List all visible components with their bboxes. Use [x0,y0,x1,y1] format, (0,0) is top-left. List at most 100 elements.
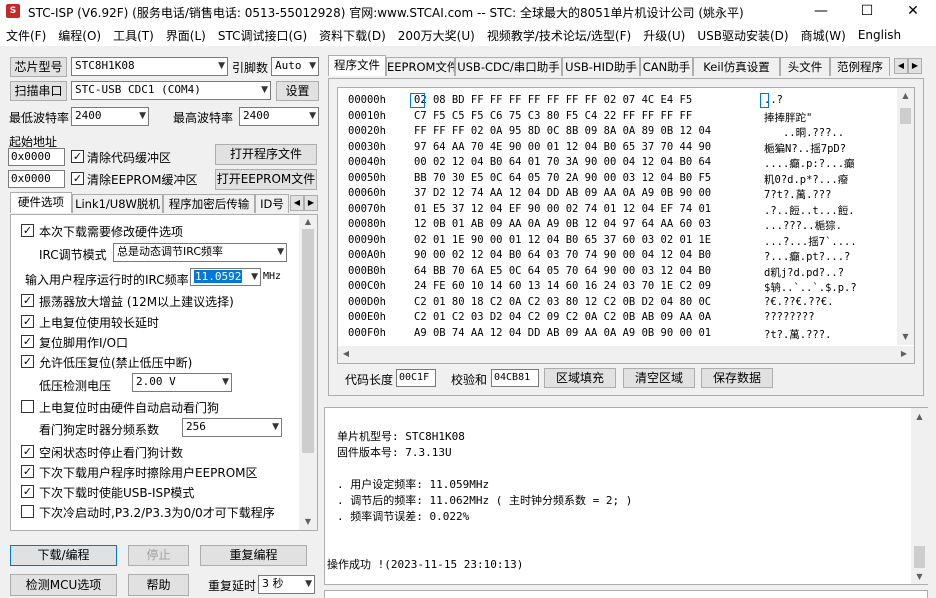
repeat-program-button[interactable]: 重复编程 [200,545,307,566]
wdt-divider-select[interactable]: 256 ▼ [182,418,282,437]
scroll-down-icon[interactable]: ▼ [911,572,928,581]
tab-scroll-left-button[interactable]: ◀ [290,195,304,211]
tab-id-number[interactable]: ID号 [255,194,289,213]
menu-debug-interface[interactable]: STC调试接口(G) [212,27,313,44]
hex-vertical-scrollbar[interactable]: ▲ ▼ [897,88,914,345]
hex-bytes[interactable]: 90 00 02 12 04 B0 64 03 70 74 90 00 04 1… [414,249,711,261]
hex-bytes[interactable]: 24 FE 60 10 14 60 13 14 60 16 24 03 70 1… [414,280,711,292]
menu-program[interactable]: 编程(O) [52,27,107,44]
detect-mcu-options-button[interactable]: 检测MCU选项 [10,574,117,596]
scroll-left-icon[interactable]: ◀ [340,349,352,358]
menu-file[interactable]: 文件(F) [0,27,52,44]
tab-header-file[interactable]: 头文件 [780,57,830,76]
erase-eeprom-checkbox[interactable]: ✓ [21,465,34,478]
scroll-up-icon[interactable]: ▲ [911,412,928,421]
hex-bytes[interactable]: 01 E5 37 12 04 EF 90 00 02 74 01 12 04 E… [414,203,711,215]
menu-tools[interactable]: 工具(T) [107,27,160,44]
menu-upgrade[interactable]: 升级(U) [637,27,691,44]
wdt-auto-start-checkbox[interactable] [21,400,34,413]
right-tab-scroll-right-button[interactable]: ▶ [908,58,922,74]
download-program-button[interactable]: 下载/编程 [10,545,117,566]
idle-wdt-stop-checkbox[interactable]: ✓ [21,445,34,458]
scroll-down-icon[interactable]: ▼ [897,332,914,341]
low-voltage-select[interactable]: 2.00 V ▼ [132,373,232,392]
cold-boot-checkbox[interactable] [21,505,34,518]
hex-bytes[interactable]: BB 70 30 E5 0C 64 05 70 2A 90 00 03 12 0… [414,172,711,184]
stop-button[interactable]: 停止 [128,545,189,566]
menu-downloads[interactable]: 资料下载(D) [313,27,392,44]
irc-frequency-input[interactable]: 11.0592 ▼ [190,268,261,286]
chip-model-button[interactable]: 芯片型号 [10,57,67,77]
tab-scroll-right-button[interactable]: ▶ [304,195,318,211]
osc-gain-checkbox[interactable]: ✓ [21,294,34,307]
hex-editor[interactable]: 00000h 02 08 BD FF FF FF FF FF FF FF 02 0… [337,87,915,364]
min-baud-select[interactable]: 2400 ▼ [71,107,149,126]
repeat-delay-select[interactable]: 3 秒 ▼ [258,575,315,594]
right-tab-scroll-left-button[interactable]: ◀ [894,58,908,74]
output-log[interactable]: 单片机型号: STC8H1K08 固件版本号: 7.3.13U . 用户设定频率: … [324,407,928,585]
settings-button[interactable]: 设置 [276,81,319,101]
fill-area-button[interactable]: 区域填充 [544,368,616,388]
hex-bytes[interactable]: 00 02 12 04 B0 64 01 70 3A 90 00 04 12 0… [414,156,711,168]
options-scroll-thumb[interactable] [302,229,314,453]
low-voltage-reset-checkbox[interactable]: ✓ [21,355,34,368]
menu-video-forum[interactable]: 视频教学/技术论坛/选型(F) [481,27,637,44]
hex-scroll-thumb[interactable] [900,108,911,124]
scroll-down-icon[interactable]: ▼ [299,517,317,526]
clear-area-button[interactable]: 清空区域 [623,368,695,388]
options-scrollbar[interactable]: ▲ ▼ [299,215,317,530]
chip-model-select[interactable]: STC8H1K08 ▼ [71,57,228,76]
log-scroll-thumb[interactable] [914,546,925,568]
minimize-button[interactable]: — [798,0,844,24]
tab-encrypted-transfer[interactable]: 程序加密后传输 [163,194,255,213]
hex-bytes[interactable]: A9 0B 74 AA 12 04 DD AB 09 AA 0A A9 0B 9… [414,327,711,339]
clear-code-buffer-checkbox[interactable]: ✓ [71,150,84,163]
scroll-right-icon[interactable]: ▶ [898,349,910,358]
scroll-up-icon[interactable]: ▲ [897,91,914,100]
max-baud-select[interactable]: 2400 ▼ [239,107,319,126]
scan-port-button[interactable]: 扫描串口 [10,81,67,101]
hex-bytes[interactable]: C2 01 80 18 C2 0A C2 03 80 12 C2 0B D2 0… [414,296,711,308]
hex-bytes[interactable]: 97 64 AA 70 4E 90 00 01 12 04 B0 65 37 7… [414,141,711,153]
menu-interface[interactable]: 界面(L) [160,27,212,44]
clear-eeprom-buffer-checkbox[interactable]: ✓ [71,172,84,185]
hex-bytes[interactable]: 02 08 BD FF FF FF FF FF FF FF 02 07 4C E… [414,94,692,106]
hex-bytes[interactable]: 02 01 1E 90 00 01 12 04 B0 65 37 60 03 0… [414,234,711,246]
scroll-up-icon[interactable]: ▲ [299,217,317,226]
long-reset-delay-checkbox[interactable]: ✓ [21,315,34,328]
tab-usb-hid[interactable]: USB-HID助手 [562,57,640,76]
reset-pin-io-checkbox[interactable]: ✓ [21,335,34,348]
hex-bytes[interactable]: 64 BB 70 6A E5 0C 64 05 70 64 90 00 03 1… [414,265,711,277]
tab-keil-debug[interactable]: Keil仿真设置 [693,57,780,76]
eeprom-start-address-input[interactable]: 0x0000 [8,170,65,188]
hex-bytes[interactable]: C7 F5 C5 F5 C6 75 C3 80 F5 C4 22 FF FF F… [414,110,692,122]
irc-mode-select[interactable]: 总是动态调节IRC频率 ▼ [113,243,287,262]
tab-program-file[interactable]: 程序文件 [328,55,386,76]
maximize-button[interactable]: ☐ [844,0,890,24]
hex-horizontal-scrollbar[interactable]: ◀ ▶ [338,346,914,363]
menu-shop[interactable]: 商城(W) [795,27,852,44]
hex-bytes[interactable]: 12 0B 01 AB 09 AA 0A A9 0B 12 04 97 64 A… [414,218,711,230]
tab-usb-cdc-serial[interactable]: USB-CDC/串口助手 [455,57,562,76]
menu-usb-driver[interactable]: USB驱动安装(D) [691,27,794,44]
tab-hardware-options[interactable]: 硬件选项 [10,192,72,213]
port-select[interactable]: STC-USB CDC1 (COM4) ▼ [71,81,271,100]
open-program-file-button[interactable]: 打开程序文件 [215,144,317,165]
hex-bytes[interactable]: FF FF FF 02 0A 95 8D 0C 8B 09 8A 0A 89 0… [414,125,711,137]
tab-eeprom-file[interactable]: EEPROM文件 [386,57,455,76]
usb-isp-checkbox[interactable]: ✓ [21,485,34,498]
pin-count-select[interactable]: Auto ▼ [271,57,319,76]
tab-example-programs[interactable]: 范例程序 [830,57,890,76]
tab-can-helper[interactable]: CAN助手 [640,57,693,76]
menu-prize[interactable]: 200万大奖(U) [392,27,481,44]
tab-link1-offline[interactable]: Link1/U8W脱机 [72,194,163,213]
close-button[interactable]: ✕ [890,0,936,24]
code-start-address-input[interactable]: 0x0000 [8,148,65,166]
hex-bytes[interactable]: 37 D2 12 74 AA 12 04 DD AB 09 AA 0A A9 0… [414,187,711,199]
log-scrollbar[interactable]: ▲ ▼ [911,408,928,584]
save-data-button[interactable]: 保存数据 [701,368,773,388]
open-eeprom-file-button[interactable]: 打开EEPROM文件 [215,169,317,190]
help-button[interactable]: 帮助 [128,574,189,596]
modify-hw-checkbox[interactable]: ✓ [21,224,34,237]
hex-bytes[interactable]: C2 01 C2 03 D2 04 C2 09 C2 0A C2 0B AB 0… [414,311,711,323]
